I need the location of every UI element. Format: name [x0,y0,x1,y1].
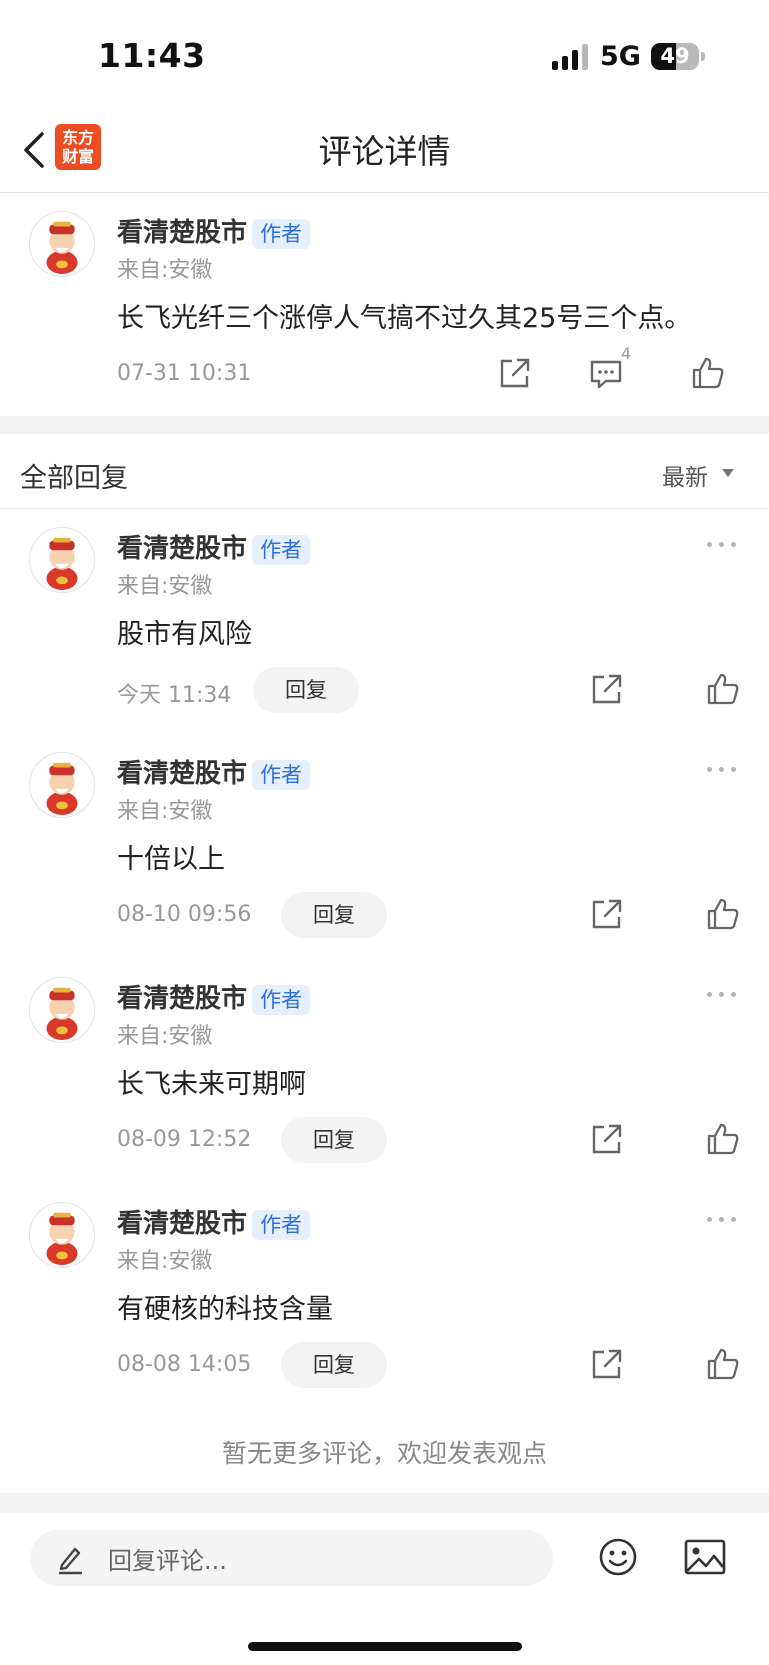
more-options-icon[interactable] [707,1214,741,1224]
image-icon [684,1539,726,1575]
thumbs-up-icon [707,673,739,705]
author-badge: 作者 [252,219,311,249]
thumbs-up-icon [707,1123,739,1155]
more-options-icon[interactable] [707,539,741,549]
reply-content: 长飞未来可期啊 [117,1069,306,1100]
emoji-icon [599,1538,637,1576]
section-divider [0,416,769,434]
username[interactable]: 看清楚股市 [117,1209,247,1239]
comment-content: 长飞光纤三个涨停人气搞不过久其25号三个点。 [117,303,692,334]
avatar-image [46,987,78,1041]
reply-content: 有硬核的科技含量 [117,1294,333,1325]
like-button[interactable] [706,897,740,931]
share-icon [592,674,622,704]
avatar-image [46,221,78,275]
like-button[interactable] [706,1347,740,1381]
no-more-comments: 暂无更多评论，欢迎发表观点 [221,1439,547,1468]
reply-header: 看清楚股市 作者 [117,1203,311,1240]
avatar[interactable] [29,752,95,818]
author-badge: 作者 [252,760,311,790]
location: 来自:安徽 [117,574,213,599]
username[interactable]: 看清楚股市 [117,984,247,1014]
reply-button[interactable]: 回复 [281,892,387,938]
username[interactable]: 看清楚股市 [117,218,247,248]
reply-button[interactable]: 回复 [253,667,359,713]
pencil-icon [56,1541,86,1575]
reply-header: 看清楚股市 作者 [117,753,311,790]
location: 来自:安徽 [117,258,213,283]
share-icon [592,899,622,929]
author-badge: 作者 [252,535,311,565]
reply-content: 十倍以上 [117,844,225,875]
more-options-icon[interactable] [707,764,741,774]
share-button[interactable] [590,672,624,706]
reply-button[interactable]: 回复 [281,1342,387,1388]
thumbs-up-icon [692,357,724,389]
home-indicator [248,1642,522,1651]
username[interactable]: 看清楚股市 [117,759,247,789]
reply-header: 看清楚股市 作者 [117,978,311,1015]
avatar[interactable] [29,527,95,593]
share-icon [592,1124,622,1154]
avatar-image [46,762,78,816]
battery-level: 49 [660,44,690,68]
reply-header: 看清楚股市 作者 [117,528,311,565]
share-button[interactable] [590,1122,624,1156]
thumbs-up-icon [707,898,739,930]
list-divider [0,508,769,509]
comment-time: 07-31 10:31 [117,361,252,386]
reply-content: 股市有风险 [117,619,252,650]
battery-cap [701,52,705,61]
sort-dropdown[interactable]: 最新 [662,458,708,492]
share-button[interactable] [590,897,624,931]
comment-header: 看清楚股市 作者 [117,212,311,249]
comment-icon [590,360,622,389]
like-button[interactable] [706,1122,740,1156]
avatar[interactable] [29,211,95,277]
emoji-button[interactable] [598,1537,638,1577]
location: 来自:安徽 [117,799,213,824]
like-button[interactable] [706,672,740,706]
replies-title: 全部回复 [20,463,128,494]
author-badge: 作者 [252,985,311,1015]
thumbs-up-icon [707,1348,739,1380]
avatar-image [46,537,78,591]
nav-divider [0,192,769,193]
status-time: 11:43 [98,36,206,75]
comment-button[interactable] [589,356,623,390]
battery-icon: 49 [651,43,699,70]
location: 来自:安徽 [117,1249,213,1274]
share-icon [592,1349,622,1379]
reply-time: 今天 11:34 [117,683,232,708]
share-button[interactable] [498,356,532,390]
location: 来自:安徽 [117,1024,213,1049]
share-button[interactable] [590,1347,624,1381]
reply-placeholder[interactable]: 回复评论... [108,1541,227,1576]
footer-divider [0,1493,769,1513]
like-button[interactable] [691,356,725,390]
avatar[interactable] [29,977,95,1043]
reply-time: 08-09 12:52 [117,1127,252,1152]
share-icon [500,358,530,388]
caret-down-icon[interactable] [722,469,734,477]
reply-button[interactable]: 回复 [281,1117,387,1163]
username[interactable]: 看清楚股市 [117,534,247,564]
comment-count: 4 [621,344,632,363]
signal-icon [552,44,588,70]
more-options-icon[interactable] [707,989,741,999]
avatar[interactable] [29,1202,95,1268]
page-title: 评论详情 [318,132,451,171]
reply-time: 08-08 14:05 [117,1352,252,1377]
avatar-image [46,1212,78,1266]
author-badge: 作者 [252,1210,311,1240]
image-button[interactable] [684,1538,726,1576]
network-label: 5G [600,41,641,72]
reply-time: 08-10 09:56 [117,902,252,927]
